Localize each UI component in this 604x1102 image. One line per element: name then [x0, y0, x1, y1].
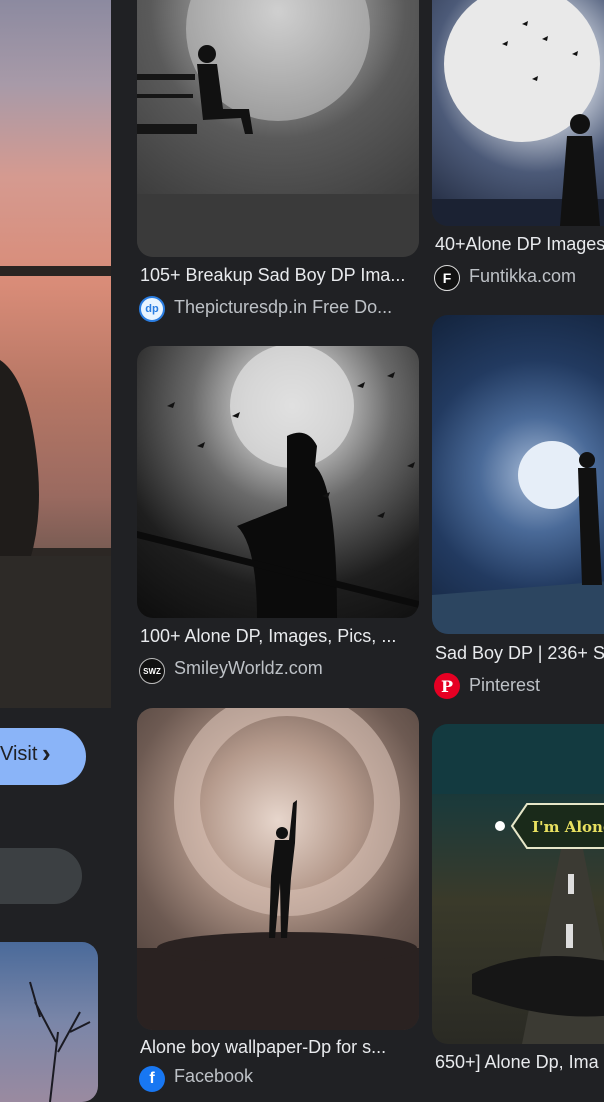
result-image-5[interactable] [137, 708, 419, 1030]
sad-boy-blue-moon-graphic [432, 441, 604, 634]
facebook-favicon: f [139, 1066, 165, 1092]
share-button[interactable] [0, 848, 82, 904]
left-panel-silhouette [0, 266, 111, 708]
result-title-4[interactable]: Sad Boy DP | 236+ S [435, 643, 604, 664]
result-source-1[interactable]: Thepicturesdp.in Free Do... [174, 297, 412, 318]
result-source-4[interactable]: Pinterest [469, 675, 604, 696]
im-alone-road-graphic: I'm Alone [432, 724, 604, 1044]
smileyworldz-favicon: SWZ [139, 658, 165, 684]
result-title-1[interactable]: 105+ Breakup Sad Boy DP Ima... [140, 265, 416, 286]
visit-button[interactable]: Visit › [0, 728, 86, 785]
breakup-boy-graphic [137, 0, 419, 257]
visit-label: Visit [0, 743, 38, 765]
tree-branches-graphic [29, 981, 91, 1102]
pinterest-favicon: P [434, 673, 460, 699]
result-image-1[interactable] [137, 0, 419, 257]
result-image-3[interactable] [137, 346, 419, 618]
result-title-2[interactable]: 40+Alone DP Images [435, 234, 604, 255]
left-panel-image[interactable] [0, 0, 111, 708]
result-image-4[interactable] [432, 315, 604, 634]
thepicturesdp-favicon: dp [139, 296, 165, 322]
result-title-6[interactable]: 650+] Alone Dp, Ima [435, 1052, 604, 1073]
chevron-right-icon: › [42, 738, 51, 768]
result-source-2[interactable]: Funtikka.com [469, 266, 604, 287]
alone-boy-full-moon-graphic [432, 0, 604, 226]
result-title-5[interactable]: Alone boy wallpaper-Dp for s... [140, 1037, 416, 1058]
boy-raising-hand-graphic [137, 708, 419, 1030]
result-title-3[interactable]: 100+ Alone DP, Images, Pics, ... [140, 626, 416, 647]
left-related-image[interactable] [0, 942, 98, 1102]
result-image-2[interactable] [432, 0, 604, 226]
funtikka-favicon: F [434, 265, 460, 291]
alone-boy-moon-graphic [137, 346, 419, 618]
result-image-6[interactable]: I'm Alone [432, 724, 604, 1044]
result-source-5[interactable]: Facebook [174, 1066, 412, 1087]
im-alone-text: I'm Alone [532, 818, 604, 836]
result-source-3[interactable]: SmileyWorldz.com [174, 658, 412, 679]
